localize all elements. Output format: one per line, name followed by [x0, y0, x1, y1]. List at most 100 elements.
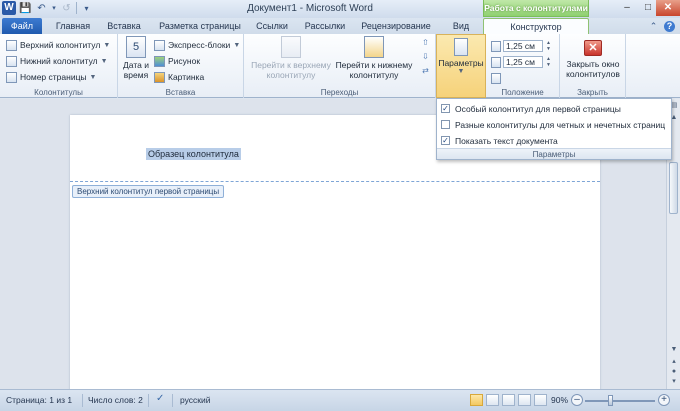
- minimize-button[interactable]: –: [616, 0, 638, 16]
- qat-separator: [76, 2, 77, 14]
- next-section-icon[interactable]: ⇩: [420, 52, 431, 62]
- group-label-header-footer: Колонтитулы: [34, 88, 83, 97]
- go-to-footer-icon: [364, 36, 384, 58]
- clip-art-icon: [154, 71, 165, 83]
- clip-art-button[interactable]: Картинка: [154, 70, 204, 84]
- chevron-down-icon: ▼: [233, 41, 241, 49]
- undo-icon[interactable]: ↶: [35, 2, 48, 15]
- header-button[interactable]: Верхний колонтитул ▼: [6, 38, 110, 52]
- title-bar: W 💾 ↶ ▾ ↺ ▾ Документ1 - Microsoft Word Р…: [0, 0, 680, 18]
- tab-mailings[interactable]: Рассылки: [300, 18, 350, 34]
- chevron-down-icon: ▼: [100, 57, 108, 65]
- close-icon: ✕: [584, 40, 602, 56]
- go-to-header-button[interactable]: Перейти к верхнему колонтитулу: [248, 36, 334, 80]
- clip-art-label: Картинка: [168, 72, 205, 82]
- option-different-first-page[interactable]: ✓ Особый колонтитул для первой страницы: [441, 102, 621, 115]
- browse-object-icon[interactable]: ●: [668, 367, 680, 377]
- options-button[interactable]: Параметры ▼: [436, 34, 486, 98]
- page-number-icon: [6, 71, 17, 83]
- zoom-in-icon[interactable]: +: [658, 394, 670, 406]
- date-time-button[interactable]: 5 Дата и время: [121, 36, 151, 80]
- redo-icon[interactable]: ↺: [60, 2, 73, 15]
- go-to-footer-button[interactable]: Перейти к нижнему колонтитулу: [332, 36, 416, 80]
- tab-view[interactable]: Вид: [446, 18, 476, 34]
- zoom-out-icon[interactable]: –: [571, 394, 583, 406]
- tab-file[interactable]: Файл: [2, 18, 42, 34]
- collapse-ribbon-icon[interactable]: ⌃: [648, 21, 659, 32]
- spinner-arrows-icon[interactable]: ▲ ▼: [545, 56, 552, 68]
- tab-insert[interactable]: Вставка: [100, 18, 148, 34]
- options-panel-label: Параметры: [437, 148, 671, 159]
- group-position: 1,25 см ▲ ▼ 1,25 см ▲ ▼ Положение: [486, 34, 560, 98]
- zoom-level[interactable]: 90%: [551, 395, 568, 405]
- link-to-previous-icon[interactable]: ⇄: [420, 66, 431, 76]
- express-blocks-button[interactable]: Экспресс-блоки ▼: [154, 38, 240, 52]
- option-different-odd-even[interactable]: Разные колонтитулы для четных и нечетных…: [441, 118, 665, 131]
- word-app-icon[interactable]: W: [2, 1, 16, 15]
- footer-button[interactable]: Нижний колонтитул ▼: [6, 54, 108, 68]
- close-header-footer-button[interactable]: ✕ Закрыть окно колонтитулов: [560, 36, 626, 79]
- save-icon[interactable]: 💾: [19, 2, 32, 15]
- previous-section-icon[interactable]: ⇧: [420, 38, 431, 48]
- footer-icon: [6, 55, 17, 67]
- footer-offset-field[interactable]: 1,25 см ▲ ▼: [491, 55, 552, 69]
- page-number-button[interactable]: Номер страницы ▼: [6, 70, 96, 84]
- close-window-button[interactable]: ✕: [656, 0, 680, 16]
- spinner-arrows-icon[interactable]: ▲ ▼: [545, 40, 552, 52]
- option-label: Показать текст документа: [455, 135, 558, 146]
- chevron-down-icon: ▼: [89, 73, 97, 81]
- status-separator: [172, 394, 173, 407]
- print-layout-view-icon[interactable]: [470, 394, 483, 406]
- web-layout-view-icon[interactable]: [502, 394, 515, 406]
- header-offset-input[interactable]: 1,25 см: [503, 40, 543, 52]
- go-to-footer-label-2: колонтитулу: [349, 70, 399, 80]
- tab-review[interactable]: Рецензирование: [358, 18, 434, 34]
- zoom-slider-thumb[interactable]: [608, 395, 613, 406]
- customize-qat-icon[interactable]: ▾: [80, 2, 93, 15]
- insert-align-tab-button[interactable]: [491, 71, 501, 85]
- tab-design[interactable]: Конструктор: [483, 18, 589, 34]
- proofing-icon[interactable]: ✓: [156, 393, 164, 404]
- date-time-label-2: время: [123, 70, 149, 80]
- align-tab-icon: [491, 72, 501, 84]
- checkbox-unchecked[interactable]: [441, 120, 450, 129]
- header-offset-field[interactable]: 1,25 см ▲ ▼: [491, 39, 552, 53]
- draft-view-icon[interactable]: [534, 394, 547, 406]
- group-navigation: Перейти к верхнему колонтитулу Перейти к…: [244, 34, 436, 98]
- option-show-document-text[interactable]: ✓ Показать текст документа: [441, 134, 558, 147]
- options-dropdown-panel: ✓ Особый колонтитул для первой страницы …: [436, 98, 672, 160]
- tab-home[interactable]: Главная: [50, 18, 96, 34]
- next-page-icon[interactable]: ▾: [668, 377, 680, 387]
- word-count[interactable]: Число слов: 2: [88, 395, 143, 405]
- group-header-footer: Верхний колонтитул ▼ Нижний колонтитул ▼…: [0, 34, 118, 98]
- calendar-icon: 5: [126, 36, 146, 58]
- quick-access-toolbar: W 💾 ↶ ▾ ↺ ▾: [2, 1, 93, 15]
- picture-button[interactable]: Рисунок: [154, 54, 200, 68]
- options-label: Параметры: [438, 58, 484, 68]
- checkbox-checked[interactable]: ✓: [441, 104, 450, 113]
- language-indicator[interactable]: русский: [180, 395, 211, 405]
- scroll-down-icon[interactable]: ▼: [668, 345, 680, 355]
- footer-position-icon: [491, 56, 501, 68]
- help-icon[interactable]: ?: [664, 21, 675, 32]
- zoom-slider-track[interactable]: [585, 400, 655, 402]
- outline-view-icon[interactable]: [518, 394, 531, 406]
- footer-offset-input[interactable]: 1,25 см: [503, 56, 543, 68]
- undo-dropdown-icon[interactable]: ▾: [51, 2, 57, 15]
- scrollbar-thumb[interactable]: [669, 162, 678, 214]
- full-screen-reading-view-icon[interactable]: [486, 394, 499, 406]
- header-icon: [6, 39, 17, 51]
- go-to-header-icon: [281, 36, 301, 58]
- checkbox-checked[interactable]: ✓: [441, 136, 450, 145]
- options-icon: [454, 38, 468, 56]
- window-title: Документ1 - Microsoft Word: [247, 3, 373, 14]
- page-number-button-label: Номер страницы: [20, 72, 87, 82]
- tab-references[interactable]: Ссылки: [252, 18, 292, 34]
- express-blocks-icon: [154, 39, 165, 51]
- tab-page-layout[interactable]: Разметка страницы: [152, 18, 248, 34]
- page-count[interactable]: Страница: 1 из 1: [6, 395, 72, 405]
- picture-icon: [154, 55, 165, 67]
- header-sample-text[interactable]: Образец колонтитула: [146, 148, 241, 160]
- previous-page-icon[interactable]: ▴: [668, 357, 680, 367]
- header-boundary-line: [70, 181, 600, 182]
